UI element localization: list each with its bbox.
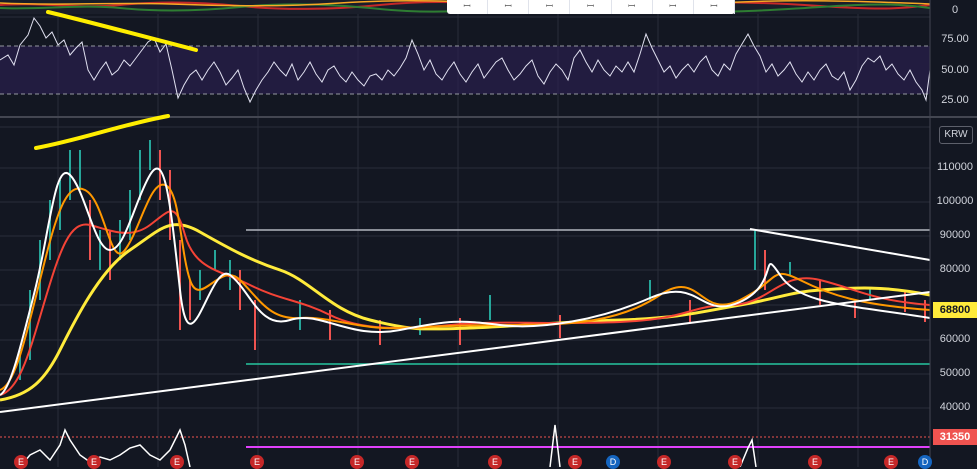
rsi-level-label: 25.00 xyxy=(941,94,969,106)
price-tick-label: 80000 xyxy=(939,263,971,275)
ma-red xyxy=(0,210,931,396)
toolbar-button[interactable]: ꟷ xyxy=(529,0,571,14)
annotation-stroke-bottom[interactable] xyxy=(34,114,170,150)
price-tick-label: 100000 xyxy=(936,195,974,207)
toolbar-button[interactable]: ꟷ xyxy=(653,0,694,14)
price-tick-label: 40000 xyxy=(939,401,971,413)
price-tick-label: 90000 xyxy=(939,229,971,241)
currency-selector[interactable]: KRW xyxy=(939,126,973,144)
rsi-pane xyxy=(0,16,931,104)
price-tick-label: 50000 xyxy=(939,367,971,379)
descending-trendline[interactable] xyxy=(749,228,931,261)
price-tick-label: 110000 xyxy=(937,161,973,173)
rsi-level-label: 50.00 xyxy=(941,64,969,76)
toolbar-button[interactable]: ꟷ xyxy=(694,0,735,14)
chart-window: ꟷ ꟷ ꟷ ꟷ ꟷ ꟷ ꟷ 0 75.00 50.00 25.00 KRW 11… xyxy=(0,0,977,469)
volume-level-tag: 31350 xyxy=(933,429,977,445)
rsi-level-label: 75.00 xyxy=(941,33,969,45)
rsi-level-label: 0 xyxy=(951,4,959,16)
drawing-toolbar: ꟷ ꟷ ꟷ ꟷ ꟷ ꟷ ꟷ xyxy=(447,0,735,14)
toolbar-button[interactable]: ꟷ xyxy=(570,0,612,14)
candles xyxy=(19,140,926,380)
ascending-trendline[interactable] xyxy=(0,291,931,413)
toolbar-button[interactable]: ꟷ xyxy=(488,0,530,14)
chart-canvas[interactable] xyxy=(0,0,977,467)
current-price-tag: 68800 xyxy=(933,302,977,318)
toolbar-button[interactable]: ꟷ xyxy=(612,0,653,14)
toolbar-button[interactable]: ꟷ xyxy=(447,0,489,14)
annotation-stroke-top[interactable] xyxy=(46,10,198,52)
price-tick-label: 60000 xyxy=(939,333,971,345)
